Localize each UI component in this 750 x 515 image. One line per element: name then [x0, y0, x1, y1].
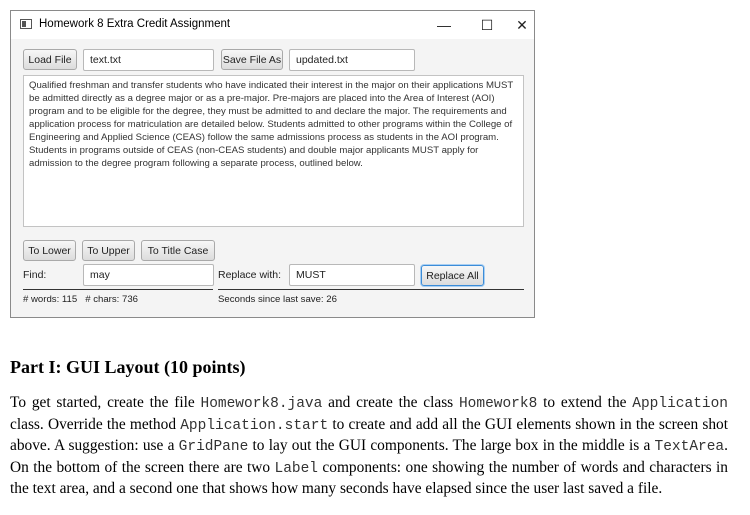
main-text-area[interactable]: Qualified freshman and transfer students…: [23, 75, 524, 227]
find-label: Find:: [23, 269, 47, 281]
to-title-case-button[interactable]: To Title Case: [141, 240, 215, 261]
code-application: Application: [632, 396, 728, 412]
text-run: to lay out the GUI components. The large…: [248, 437, 655, 454]
close-button[interactable]: ✕: [502, 11, 542, 39]
maximize-button[interactable]: ☐: [467, 11, 507, 39]
status-divider-left: [23, 289, 213, 290]
window-title: Homework 8 Extra Credit Assignment: [39, 18, 231, 30]
section-heading: Part I: GUI Layout (10 points): [10, 357, 246, 377]
find-input[interactable]: may: [83, 264, 214, 286]
replace-all-button[interactable]: Replace All: [421, 265, 484, 286]
word-char-count-label: # words: 115 # chars: 736: [23, 294, 139, 305]
text-run: to extend the: [537, 394, 633, 411]
to-upper-button[interactable]: To Upper: [82, 240, 135, 261]
replace-with-label: Replace with:: [218, 269, 282, 281]
save-filename-field[interactable]: updated.txt: [289, 49, 415, 71]
code-label: Label: [274, 460, 319, 477]
minimize-button[interactable]: —: [424, 11, 464, 39]
text-run: class. Override the method: [10, 415, 181, 433]
code-classname: Homework8: [458, 396, 538, 412]
replace-input[interactable]: MUST: [289, 264, 415, 286]
app-icon: [20, 19, 32, 29]
seconds-since-save-label: Seconds since last save: 26: [218, 294, 337, 305]
code-gridpane: GridPane: [178, 439, 249, 455]
load-file-button[interactable]: Load File: [23, 49, 77, 70]
text-run: and create the class: [322, 394, 459, 411]
status-divider-right: [218, 289, 524, 290]
to-lower-button[interactable]: To Lower: [23, 240, 76, 261]
code-filename: Homework8.java: [200, 396, 323, 412]
code-textarea: TextArea: [654, 439, 725, 455]
code-start-method: Application.start: [180, 417, 329, 434]
load-filename-field[interactable]: text.txt: [83, 49, 214, 71]
text-run: To get started, create the file: [10, 394, 201, 411]
title-bar: Homework 8 Extra Credit Assignment — ☐ ✕: [11, 11, 534, 39]
app-window: Homework 8 Extra Credit Assignment — ☐ ✕…: [10, 10, 535, 318]
save-file-as-button[interactable]: Save File As: [221, 49, 283, 70]
instructions-paragraph: To get started, create the file Homework…: [10, 393, 728, 499]
